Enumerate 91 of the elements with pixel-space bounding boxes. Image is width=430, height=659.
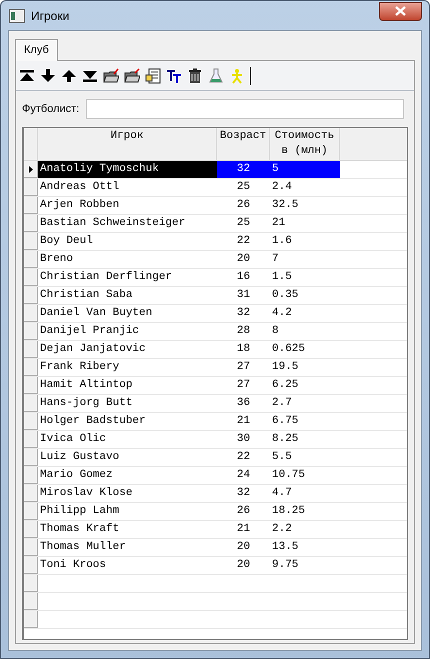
table-cell-text: 21	[271, 216, 286, 232]
close-icon	[395, 6, 406, 16]
table-cell-text: Christian Saba	[39, 288, 134, 304]
table-cell-text: 32.5	[271, 198, 300, 214]
table-cell-text: 2.4	[271, 180, 293, 196]
table-cell-text: Philipp Lahm	[39, 504, 120, 520]
text-format-icon[interactable]	[166, 68, 182, 84]
table-cell-text: 4.7	[271, 486, 293, 502]
table-cell-text: Christian Derflinger	[39, 270, 174, 286]
table-cell-text: 28	[236, 324, 252, 340]
window-title: Игроки	[31, 8, 70, 24]
column-header[interactable]: Возраст	[217, 128, 270, 160]
table-cell-text: 32	[236, 306, 252, 322]
table-cell-text: 19.5	[271, 360, 300, 376]
table-cell: 5	[270, 161, 340, 178]
table-cell-text: 5.5	[271, 450, 293, 466]
table-cell-text: Dejan Janjatovic	[39, 342, 147, 358]
table-cell-text: 36	[236, 396, 252, 412]
table-cell-text: Hamit Altintop	[39, 378, 134, 394]
table-cell-text: Miroslav Klose	[39, 486, 134, 502]
table-cell-text: 20	[236, 558, 252, 574]
table-cell-text: 1.6	[271, 234, 293, 250]
folder-icon[interactable]	[124, 68, 140, 84]
current-row-icon	[28, 166, 32, 172]
table-cell-text: 6.75	[271, 414, 300, 430]
table-cell-text: 6.25	[271, 378, 300, 394]
trash-icon[interactable]	[187, 68, 203, 84]
table-cell-text: Boy Deul	[39, 234, 94, 250]
table-cell-text: 32	[236, 486, 252, 502]
table-cell-text: 27	[236, 378, 252, 394]
table-cell-text: 2.2	[271, 522, 293, 538]
arrow-up-icon[interactable]	[61, 68, 77, 84]
table-cell-text: Holger Badstuber	[39, 414, 147, 430]
table-cell-text: 25	[236, 180, 252, 196]
table-cell-text: Arjen Robben	[39, 198, 120, 214]
table-cell-text: Mario Gomez	[39, 468, 114, 484]
table-cell-text: 31	[236, 288, 252, 304]
table-cell-text: Frank Ribery	[39, 360, 120, 376]
table-cell-text: 0.35	[271, 288, 300, 304]
table-cell-text: 16	[236, 270, 252, 286]
table-cell-text: 22	[236, 450, 252, 466]
table-cell-text: 30	[236, 432, 252, 448]
table-cell-text: Danijel Pranjic	[39, 324, 140, 340]
table-cell-text: 1.5	[271, 270, 293, 286]
table-cell-text: Hans-jorg Butt	[39, 396, 134, 412]
close-button[interactable]	[379, 2, 422, 20]
flask-icon[interactable]	[208, 68, 224, 84]
table-cell-text: 27	[236, 360, 252, 376]
table-cell-text: 20	[236, 540, 252, 556]
table-cell-text: Andreas Ottl	[39, 180, 120, 196]
table-cell-text: 13.5	[271, 540, 300, 556]
table-cell-text: 18.25	[271, 504, 306, 520]
table-cell-text: 2.7	[271, 396, 293, 412]
window-icon	[9, 8, 25, 22]
table-cell-text: Breno	[39, 252, 74, 268]
column-header[interactable]: Стоимость в (млн)	[270, 128, 340, 160]
move-first-icon[interactable]	[19, 68, 35, 84]
column-header[interactable]: Игрок	[38, 128, 217, 160]
table-cell-text: 21	[236, 414, 252, 430]
table-cell-text: 10.75	[271, 468, 306, 484]
table-cell-text: Daniel Van Buyten	[39, 306, 154, 322]
table-cell: Anatoliy Tymoschuk	[38, 161, 217, 178]
tab[interactable]: Клуб	[15, 39, 58, 61]
field-label: Футболист:	[22, 102, 80, 117]
table-cell-text: Thomas Muller	[39, 540, 127, 556]
table-cell-text: 22	[236, 234, 252, 250]
table-cell-text: 26	[236, 198, 252, 214]
table-cell-text: 21	[236, 522, 252, 538]
table-cell-text: Luiz Gustavo	[39, 450, 120, 466]
player-search-field[interactable]	[86, 99, 404, 119]
table-cell-text: 9.75	[271, 558, 300, 574]
table-cell-text: 18	[236, 342, 252, 358]
table-cell-text: 24	[236, 468, 252, 484]
table-cell-text: 0.625	[271, 342, 306, 358]
folder-icon[interactable]	[103, 68, 119, 84]
table-cell-text: 26	[236, 504, 252, 520]
row-header[interactable]	[24, 161, 38, 178]
table-cell-text: Toni Kroos	[39, 558, 108, 574]
stick-figure-icon[interactable]	[229, 68, 245, 84]
table-cell-text: 7	[271, 252, 280, 268]
document-icon[interactable]	[145, 68, 161, 84]
table-cell-text: 8.25	[271, 432, 300, 448]
table-cell-text: Thomas Kraft	[39, 522, 120, 538]
table-cell-text: 25	[236, 216, 252, 232]
table-cell-text: 20	[236, 252, 252, 268]
table-cell: 32	[217, 161, 270, 178]
table-cell-text: 4.2	[271, 306, 293, 322]
table-cell-text: Bastian Schweinsteiger	[39, 216, 186, 232]
table-cell-text: 8	[271, 324, 280, 340]
arrow-down-icon[interactable]	[40, 68, 56, 84]
table-cell-text: Ivica Olic	[39, 432, 108, 448]
